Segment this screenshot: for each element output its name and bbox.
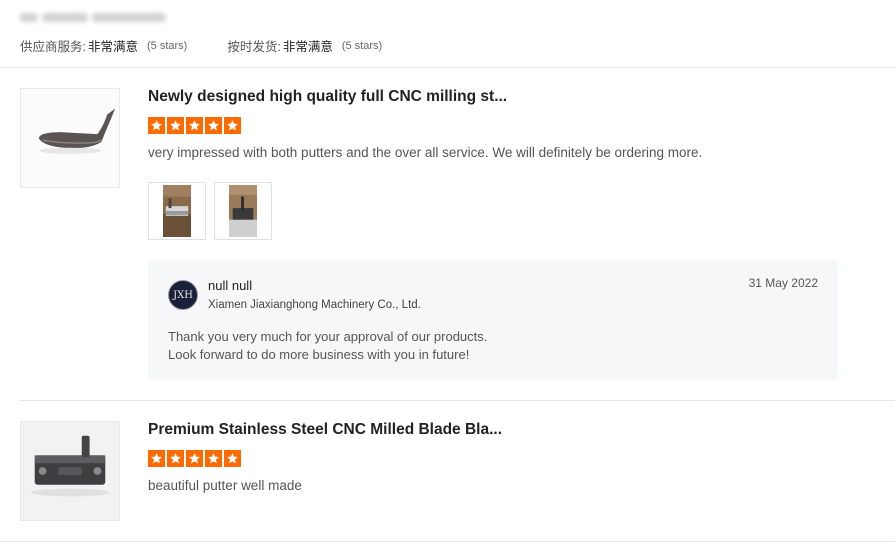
reply-message-line: Look forward to do more business with yo… — [168, 347, 470, 362]
seller-avatar: JXH — [168, 280, 198, 310]
service-stars: (5 stars) — [147, 39, 188, 52]
star-icon — [186, 117, 203, 134]
shipping-stars: (5 stars) — [341, 39, 383, 52]
review-photo[interactable] — [148, 182, 206, 240]
star-icon — [205, 450, 222, 467]
star-rating — [148, 450, 241, 467]
star-icon — [224, 450, 241, 467]
review-text: beautiful putter well made — [148, 478, 302, 493]
reply-company-name[interactable]: Xiamen Jiaxianghong Machinery Co., Ltd. — [208, 299, 421, 311]
star-icon — [167, 117, 184, 134]
reply-message-line: Thank you very much for your approval of… — [168, 329, 488, 344]
review-text: very impressed with both putters and the… — [148, 145, 703, 160]
shipping-label: 按时发货: — [227, 40, 281, 54]
product-thumbnail[interactable] — [20, 421, 120, 521]
product-thumbnail[interactable] — [20, 88, 120, 188]
star-icon — [167, 450, 184, 467]
seller-reply: JXH null null Xiamen Jiaxianghong Machin… — [148, 260, 838, 380]
star-icon — [224, 117, 241, 134]
star-icon — [205, 117, 222, 134]
star-icon — [148, 117, 165, 134]
star-icon — [148, 450, 165, 467]
star-icon — [186, 450, 203, 467]
divider — [0, 541, 895, 542]
product-title[interactable]: Newly designed high quality full CNC mil… — [148, 88, 507, 106]
blurred-reviewer-name — [20, 8, 168, 26]
product-title[interactable]: Premium Stainless Steel CNC Milled Blade… — [148, 421, 502, 439]
divider — [0, 67, 895, 68]
review-photo[interactable] — [214, 182, 272, 240]
service-label: 供应商服务: — [20, 40, 86, 54]
reply-date: 31 May 2022 — [748, 276, 818, 290]
shipping-value: 非常满意 — [282, 40, 333, 54]
star-rating — [148, 117, 241, 134]
reply-author-name: null null — [208, 278, 253, 293]
service-value: 非常满意 — [87, 40, 138, 54]
reply-message: Thank you very much for your approval of… — [168, 328, 487, 364]
divider — [20, 400, 895, 401]
supplier-rating-summary: 供应商服务: 非常满意 (5 stars) 按时发货: 非常满意 (5 star… — [20, 36, 382, 55]
